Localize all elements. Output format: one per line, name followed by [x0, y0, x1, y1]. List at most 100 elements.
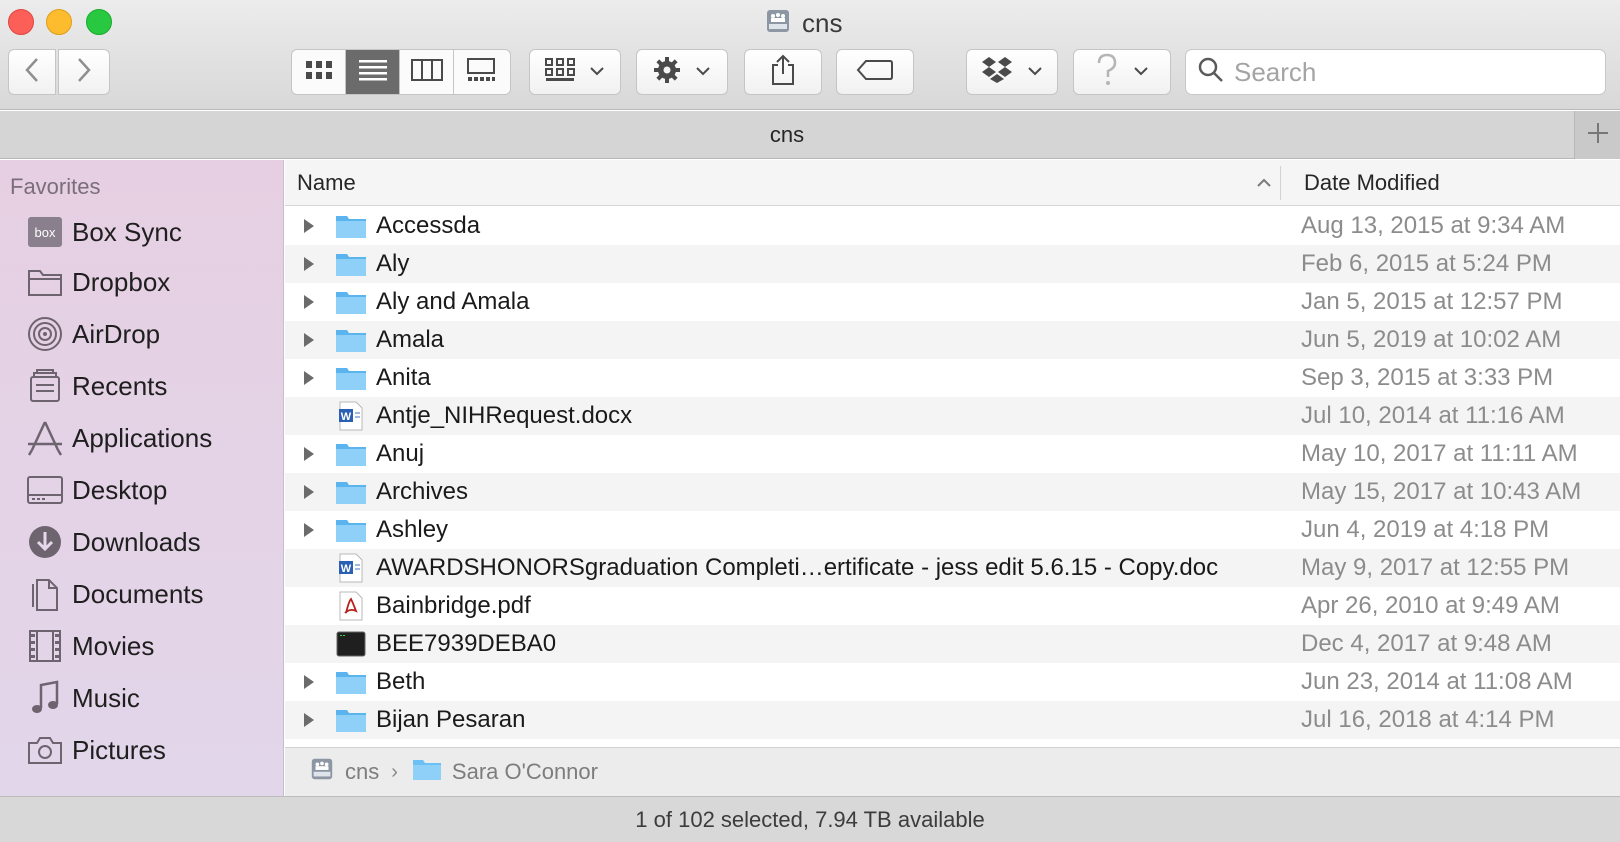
sidebar-item-label: Desktop: [72, 474, 168, 505]
search-icon: [1198, 57, 1224, 88]
disclosure-triangle-icon[interactable]: [299, 245, 319, 283]
sidebar-item-movies[interactable]: Movies: [0, 624, 283, 668]
disclosure-triangle-icon[interactable]: [299, 283, 319, 321]
table-row[interactable]: Aly Feb 6, 2015 at 5:24 PM: [285, 245, 1620, 283]
file-date-modified: Jul 10, 2014 at 11:16 AM: [1301, 402, 1565, 429]
table-row[interactable]: Bijan Pesaran Jul 16, 2018 at 4:14 PM: [285, 701, 1620, 739]
path-segment-cns[interactable]: cns: [309, 756, 379, 788]
file-date-modified: Feb 6, 2015 at 5:24 PM: [1301, 250, 1552, 277]
minimize-window-button[interactable]: [46, 9, 72, 35]
search-field[interactable]: [1185, 49, 1606, 95]
table-row[interactable]: Bainbridge.pdf Apr 26, 2010 at 9:49 AM: [285, 587, 1620, 625]
disclosure-triangle-icon[interactable]: [299, 321, 319, 359]
file-date-modified: Jan 5, 2015 at 12:57 PM: [1301, 288, 1563, 315]
disclosure-triangle-icon[interactable]: [299, 663, 319, 701]
share-button[interactable]: [744, 49, 822, 95]
folder-icon: [335, 325, 367, 355]
chevron-down-icon: [695, 63, 711, 81]
edit-tags-button[interactable]: [836, 49, 914, 95]
sidebar-item-airdrop[interactable]: AirDrop: [0, 312, 283, 356]
table-row[interactable]: Aly and Amala Jan 5, 2015 at 12:57 PM: [285, 283, 1620, 321]
sidebar: Favorites box Box Sync Dropbox AirDrop R…: [0, 160, 284, 796]
list-icon: [358, 59, 388, 86]
window-title: cns: [764, 6, 842, 40]
network-drive-icon: [764, 7, 792, 40]
sidebar-item-music[interactable]: Music: [0, 676, 283, 720]
tab-bar: cns: [0, 111, 1620, 159]
desktop-icon: [24, 472, 66, 508]
sidebar-item-downloads[interactable]: Downloads: [0, 520, 283, 564]
sidebar-item-desktop[interactable]: Desktop: [0, 468, 283, 512]
group-by-button[interactable]: [529, 49, 621, 95]
view-mode-control: [291, 49, 511, 95]
zoom-window-button[interactable]: [86, 9, 112, 35]
table-row[interactable]: Anita Sep 3, 2015 at 3:33 PM: [285, 359, 1620, 397]
folder-icon: [335, 363, 367, 393]
sidebar-item-recents[interactable]: Recents: [0, 364, 283, 408]
file-date-modified: Apr 26, 2010 at 9:49 AM: [1301, 592, 1560, 619]
table-row[interactable]: Ashley Jun 4, 2019 at 4:18 PM: [285, 511, 1620, 549]
table-row[interactable]: Accessda Aug 13, 2015 at 9:34 AM: [285, 207, 1620, 245]
movies-icon: [24, 628, 66, 664]
table-row[interactable]: Anuj May 10, 2017 at 11:11 AM: [285, 435, 1620, 473]
columns-icon: [410, 58, 443, 86]
icon-view-button[interactable]: [292, 50, 346, 94]
column-view-button[interactable]: [400, 50, 454, 94]
action-menu-button[interactable]: [636, 49, 728, 95]
sidebar-item-label: Downloads: [72, 526, 201, 557]
column-header-name[interactable]: Name: [297, 160, 356, 206]
list-view-button[interactable]: [346, 50, 400, 94]
file-date-modified: Aug 13, 2015 at 9:34 AM: [1301, 212, 1566, 239]
column-header-date-modified[interactable]: Date Modified: [1304, 160, 1440, 206]
documents-icon: [24, 576, 66, 612]
dropbox-menu-button[interactable]: [966, 49, 1058, 95]
file-name: Anita: [376, 364, 431, 391]
sidebar-item-label: Pictures: [72, 734, 166, 765]
forward-button[interactable]: [58, 49, 110, 95]
file-date-modified: Jul 16, 2018 at 4:14 PM: [1301, 706, 1555, 733]
table-row[interactable]: Amala Jun 5, 2019 at 10:02 AM: [285, 321, 1620, 359]
disclosure-triangle-icon[interactable]: [299, 473, 319, 511]
sidebar-item-dropbox[interactable]: Dropbox: [0, 260, 283, 304]
sidebar-item-label: Applications: [72, 422, 213, 453]
gallery-view-button[interactable]: [454, 50, 508, 94]
disclosure-triangle-icon[interactable]: [299, 435, 319, 473]
sidebar-item-pictures[interactable]: Pictures: [0, 728, 283, 772]
disclosure-triangle-icon[interactable]: [299, 701, 319, 739]
table-row[interactable]: W Antje_NIHRequest.docx Jul 10, 2014 at 11…: [285, 397, 1620, 435]
new-tab-button[interactable]: [1574, 111, 1620, 159]
search-input[interactable]: [1234, 56, 1594, 88]
back-button[interactable]: [8, 49, 56, 95]
sidebar-item-documents[interactable]: Documents: [0, 572, 283, 616]
disclosure-triangle-icon[interactable]: [299, 511, 319, 549]
path-segment-folder[interactable]: Sara O'Connor: [412, 757, 598, 787]
disclosure-triangle-icon[interactable]: [299, 207, 319, 245]
sort-ascending-icon[interactable]: [1247, 160, 1281, 206]
disclosure-triangle-icon[interactable]: [299, 359, 319, 397]
column-divider[interactable]: [1280, 166, 1281, 200]
pdf-document-icon: [335, 591, 367, 621]
help-menu-button[interactable]: [1073, 49, 1171, 95]
folder-icon: [335, 439, 367, 469]
question-mark-icon: [1095, 53, 1119, 92]
chevron-down-icon: [589, 63, 605, 81]
file-name: Aly and Amala: [376, 288, 530, 315]
dropbox-icon: [981, 56, 1013, 89]
svg-text:W: W: [341, 411, 352, 423]
path-segment-label: cns: [345, 759, 380, 784]
close-window-button[interactable]: [8, 9, 34, 35]
folder-icon: [335, 515, 367, 545]
sidebar-item-applications[interactable]: Applications: [0, 416, 283, 460]
sidebar-item-box-sync[interactable]: box Box Sync: [0, 210, 283, 254]
path-bar: cns › Sara O'Connor: [285, 747, 1620, 796]
table-row[interactable]: Archives May 15, 2017 at 10:43 AM: [285, 473, 1620, 511]
tab-cns[interactable]: cns: [0, 111, 1574, 159]
file-name: Aly: [376, 250, 410, 277]
table-row[interactable]: W AWARDSHONORSgraduation Completi…ertific…: [285, 549, 1620, 587]
table-row[interactable]: BEE7939DEBA0 Dec 4, 2017 at 9:48 AM: [285, 625, 1620, 663]
file-name: BEE7939DEBA0: [376, 630, 557, 657]
table-row[interactable]: Beth Jun 23, 2014 at 11:08 AM: [285, 663, 1620, 701]
folder-icon: [335, 211, 367, 241]
pictures-icon: [24, 732, 66, 768]
applications-icon: [24, 420, 66, 456]
